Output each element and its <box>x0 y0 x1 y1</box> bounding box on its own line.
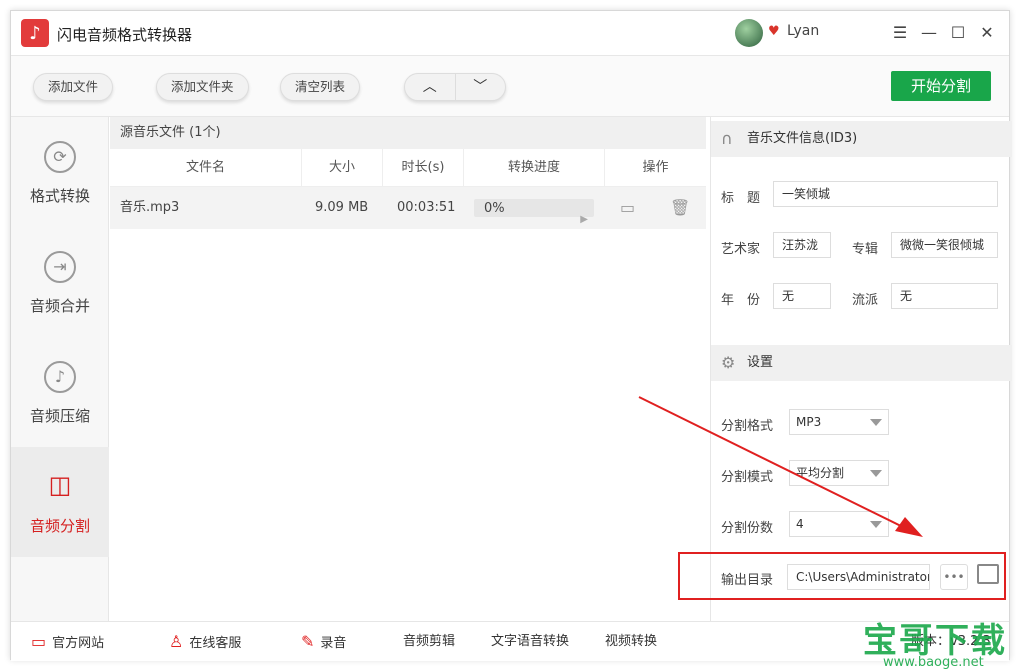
app-window: ♪ 闪电音频格式转换器 ♥ Lyan ☰ — ☐ ✕ 添加文件 添加文件夹 清空… <box>10 10 1012 670</box>
text-to-speech-link[interactable]: 文字语音转换 <box>491 622 569 662</box>
official-site-label: 官方网站 <box>52 636 105 651</box>
record-link[interactable]: ✎ 录音 <box>301 622 346 664</box>
official-site-link[interactable]: ▭ 官方网站 <box>31 622 104 664</box>
video-convert-link[interactable]: 视频转换 <box>605 622 657 662</box>
online-support-link[interactable]: ♙ 在线客服 <box>169 622 241 664</box>
bottom-bar: ▭ 官方网站 ♙ 在线客服 ✎ 录音 音频剪辑 文字语音转换 视频转换 版本：v3.2… <box>11 621 1009 661</box>
user-icon: ♙ <box>169 632 184 651</box>
annotation-arrow <box>638 396 923 537</box>
watermark-url: www.baoge.net <box>883 655 984 670</box>
microphone-icon: ✎ <box>301 632 315 651</box>
audio-edit-link[interactable]: 音频剪辑 <box>403 622 455 662</box>
online-support-label: 在线客服 <box>189 636 242 651</box>
record-label: 录音 <box>320 636 347 651</box>
monitor-icon: ▭ <box>31 632 47 651</box>
